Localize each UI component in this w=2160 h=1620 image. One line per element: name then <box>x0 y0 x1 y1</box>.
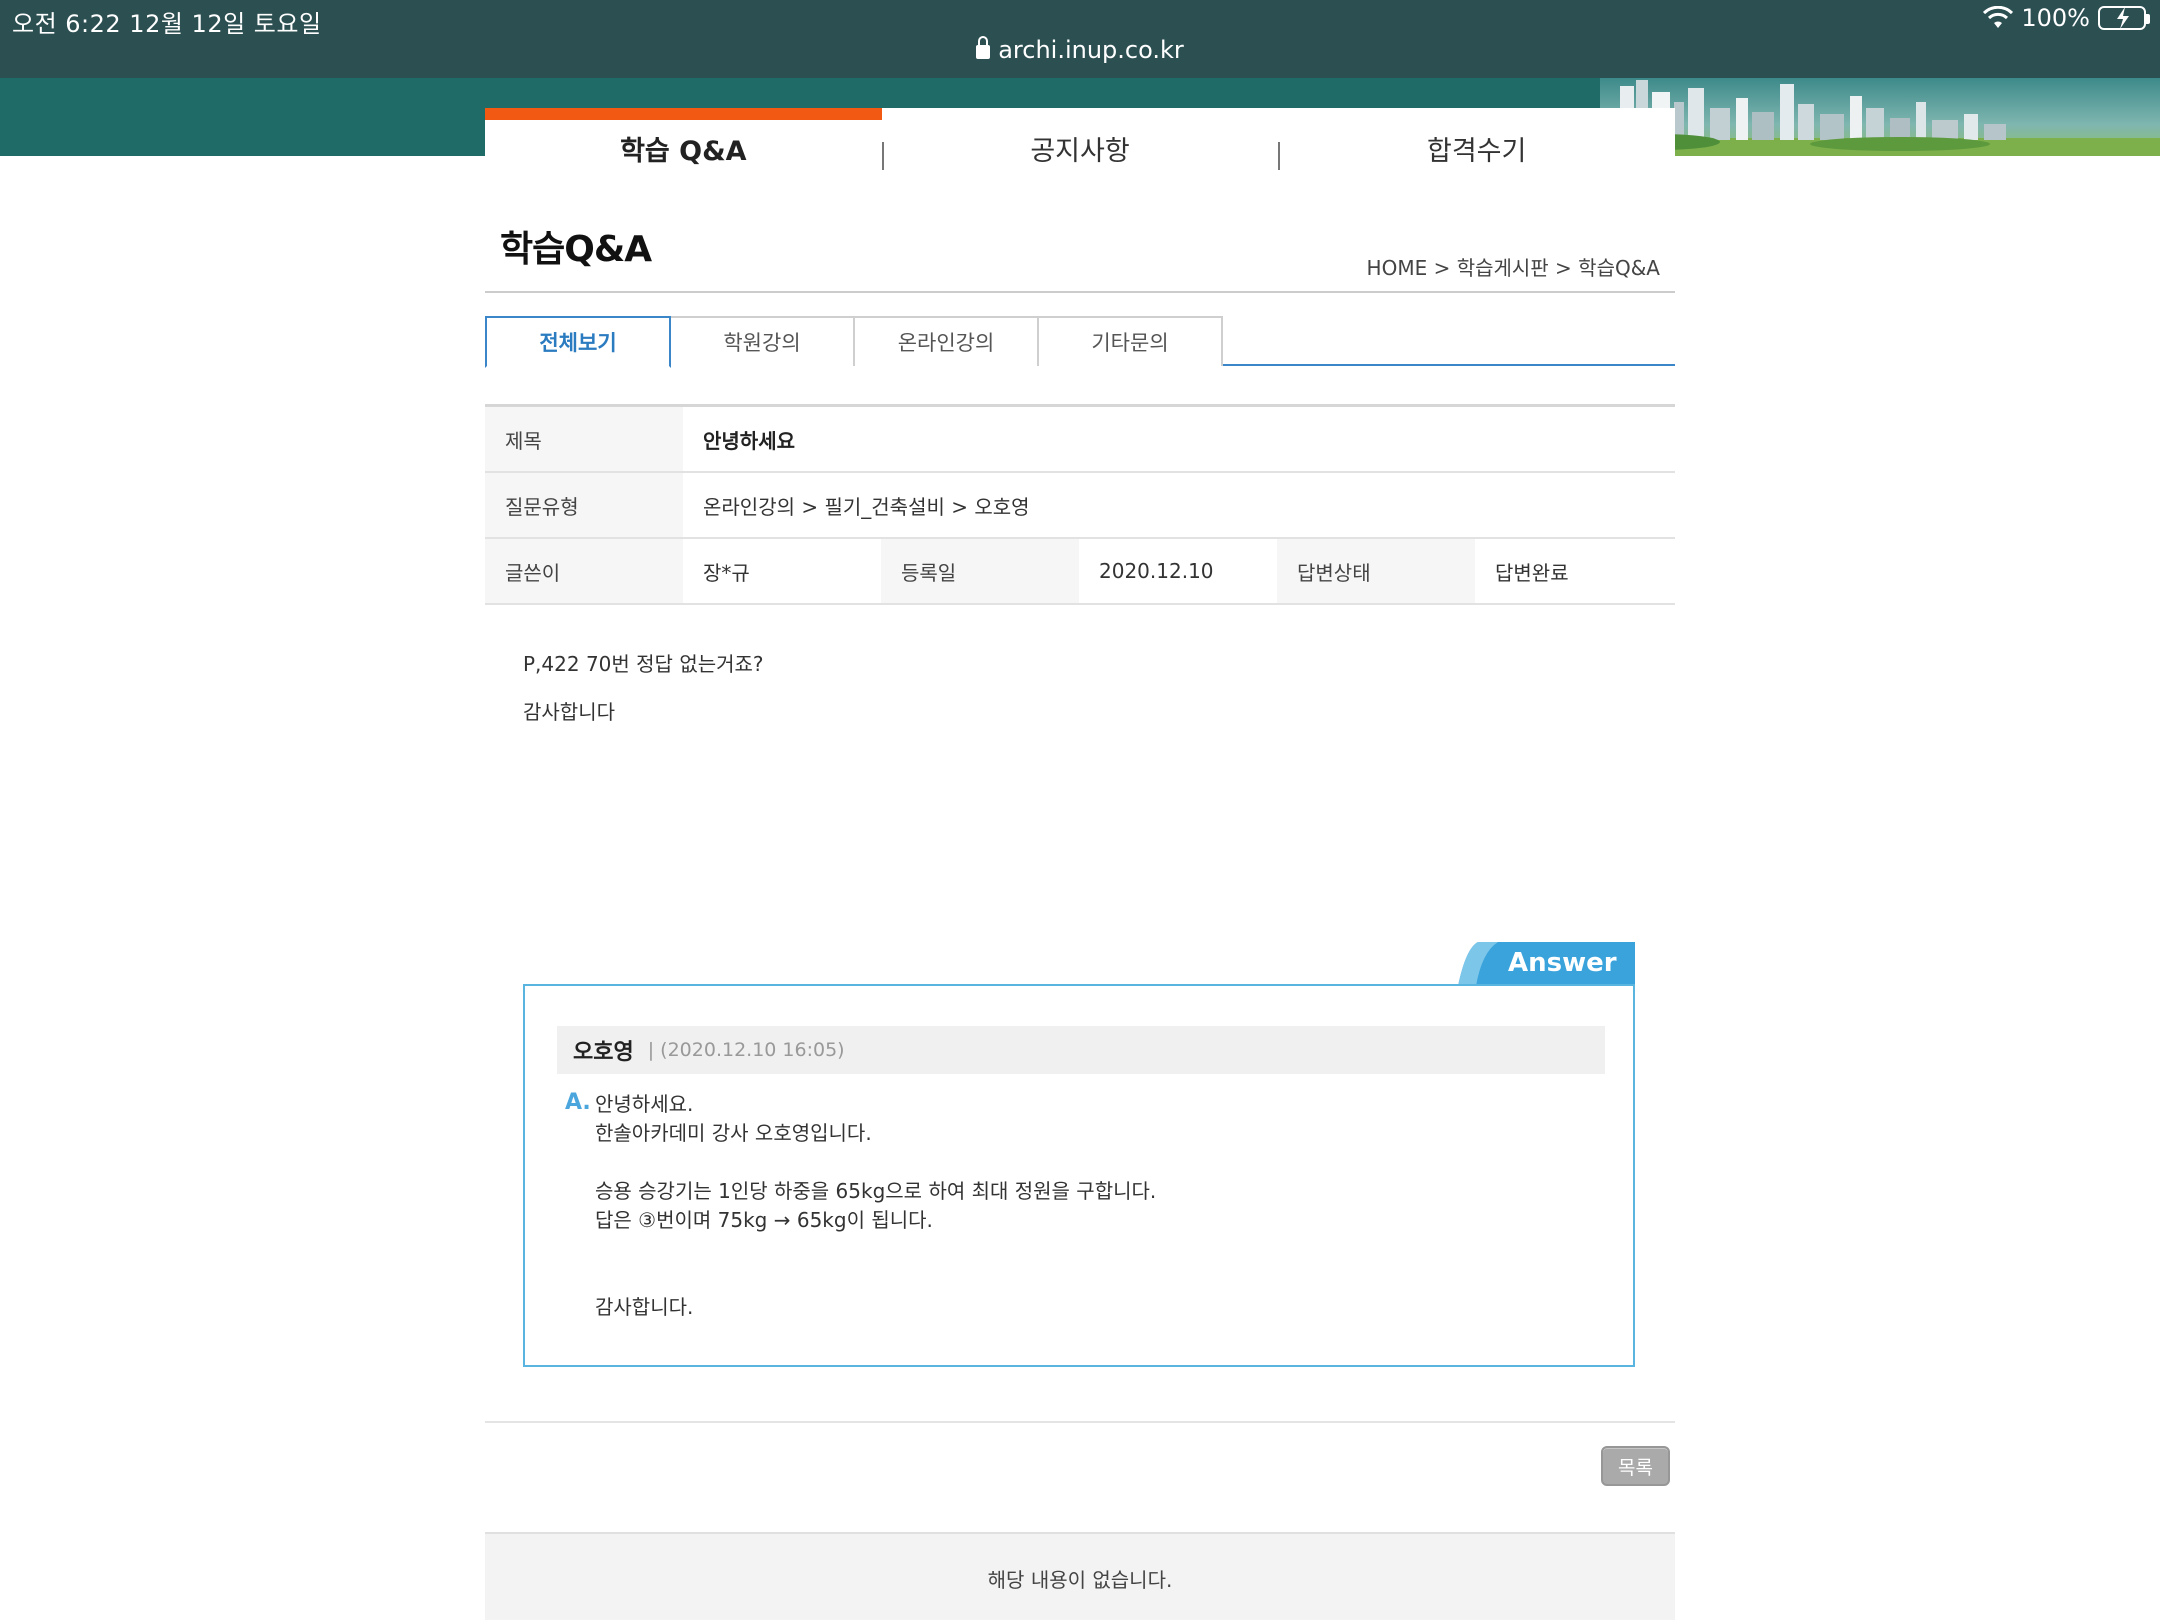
divider <box>485 1421 1675 1423</box>
answer-line: 답은 ③번이며 75kg → 65kg이 됩니다. <box>595 1208 933 1232</box>
wifi-icon <box>1983 5 2014 30</box>
answer-line <box>595 1235 1156 1264</box>
answer-line: 한솔아카데미 강사 오호영입니다. <box>595 1121 872 1145</box>
question-line: 감사합니다 <box>523 700 615 724</box>
answer-body: A. 안녕하세요. 한솔아카데미 강사 오호영입니다. 승용 승강기는 1인당 … <box>565 1090 1156 1322</box>
subject-value: 안녕하세요 <box>703 428 795 453</box>
nav-item-notice[interactable]: 공지사항 <box>881 108 1279 176</box>
address-bar[interactable]: archi.inup.co.kr <box>0 36 2160 64</box>
divider <box>485 291 1675 293</box>
question-line: P,422 70번 정답 없는거죠? <box>523 652 764 676</box>
status-time: 오전 6:22 12월 12일 토요일 <box>12 10 322 38</box>
battery-percent: 100% <box>2021 4 2090 32</box>
top-nav: 학습 Q&A 공지사항 합격수기 <box>485 108 1675 176</box>
answer-box: 오호영 | (2020.12.10 16:05) A. 안녕하세요. 한솔아카데… <box>523 984 1635 1367</box>
answer-date: | (2020.12.10 16:05) <box>647 1039 845 1061</box>
answer-header: 오호영 | (2020.12.10 16:05) <box>557 1026 1605 1074</box>
date-label: 등록일 <box>881 539 1079 603</box>
status-bar: 오전 6:22 12월 12일 토요일 100% archi.inup.co.k… <box>0 0 2160 78</box>
post-info-table: 제목 안녕하세요 질문유형 온라인강의 > 필기_건축설비 > 오호영 글쓴이 … <box>485 404 1675 605</box>
nav-item-qna[interactable]: 학습 Q&A <box>485 108 882 176</box>
status-label: 답변상태 <box>1277 539 1475 603</box>
tab-online[interactable]: 온라인강의 <box>853 316 1039 366</box>
lock-icon <box>976 36 991 59</box>
tab-other[interactable]: 기타문의 <box>1037 316 1223 366</box>
battery-icon <box>2098 6 2150 30</box>
answer-line: 감사합니다. <box>595 1295 694 1319</box>
skyline-image <box>1600 78 2160 156</box>
tab-all[interactable]: 전체보기 <box>485 316 671 368</box>
answer-line: 안녕하세요. <box>595 1092 694 1116</box>
date-value: 2020.12.10 <box>1099 559 1214 583</box>
list-button[interactable]: 목록 <box>1601 1446 1670 1486</box>
breadcrumb: HOME > 학습게시판 > 학습Q&A <box>1366 256 1660 280</box>
answer-mark: A. <box>565 1090 591 1115</box>
url-text: archi.inup.co.kr <box>998 36 1184 64</box>
nav-item-reviews[interactable]: 합격수기 <box>1278 108 1675 176</box>
page-title: 학습Q&A <box>500 229 652 270</box>
type-label: 질문유형 <box>485 473 683 537</box>
answer-line <box>595 1148 1156 1177</box>
table-row: 제목 안녕하세요 <box>485 407 1675 473</box>
writer-label: 글쓴이 <box>485 539 683 603</box>
type-value: 온라인강의 > 필기_건축설비 > 오호영 <box>703 494 1030 519</box>
subject-label: 제목 <box>485 407 683 471</box>
question-body: P,422 70번 정답 없는거죠? 감사합니다 <box>523 640 764 736</box>
answer-line: 승용 승강기는 1인당 하중을 65kg으로 하여 최대 정원을 구합니다. <box>595 1179 1157 1203</box>
table-row: 글쓴이 장*규 등록일 2020.12.10 답변상태 답변완료 <box>485 539 1675 605</box>
status-right: 100% <box>1983 4 2150 32</box>
table-row: 질문유형 온라인강의 > 필기_건축설비 > 오호영 <box>485 473 1675 539</box>
empty-message: 해당 내용이 없습니다. <box>485 1532 1675 1620</box>
status-value: 답변완료 <box>1495 560 1569 585</box>
category-tabs: 전체보기 학원강의 온라인강의 기타문의 <box>485 316 1675 368</box>
tab-academy[interactable]: 학원강의 <box>669 316 855 366</box>
answer-author: 오호영 <box>573 1040 634 1065</box>
writer-value: 장*규 <box>703 560 750 585</box>
answer-line <box>595 1264 1156 1293</box>
answer-tab: Answer <box>1458 942 1635 986</box>
answer-tab-label: Answer <box>1508 948 1617 978</box>
